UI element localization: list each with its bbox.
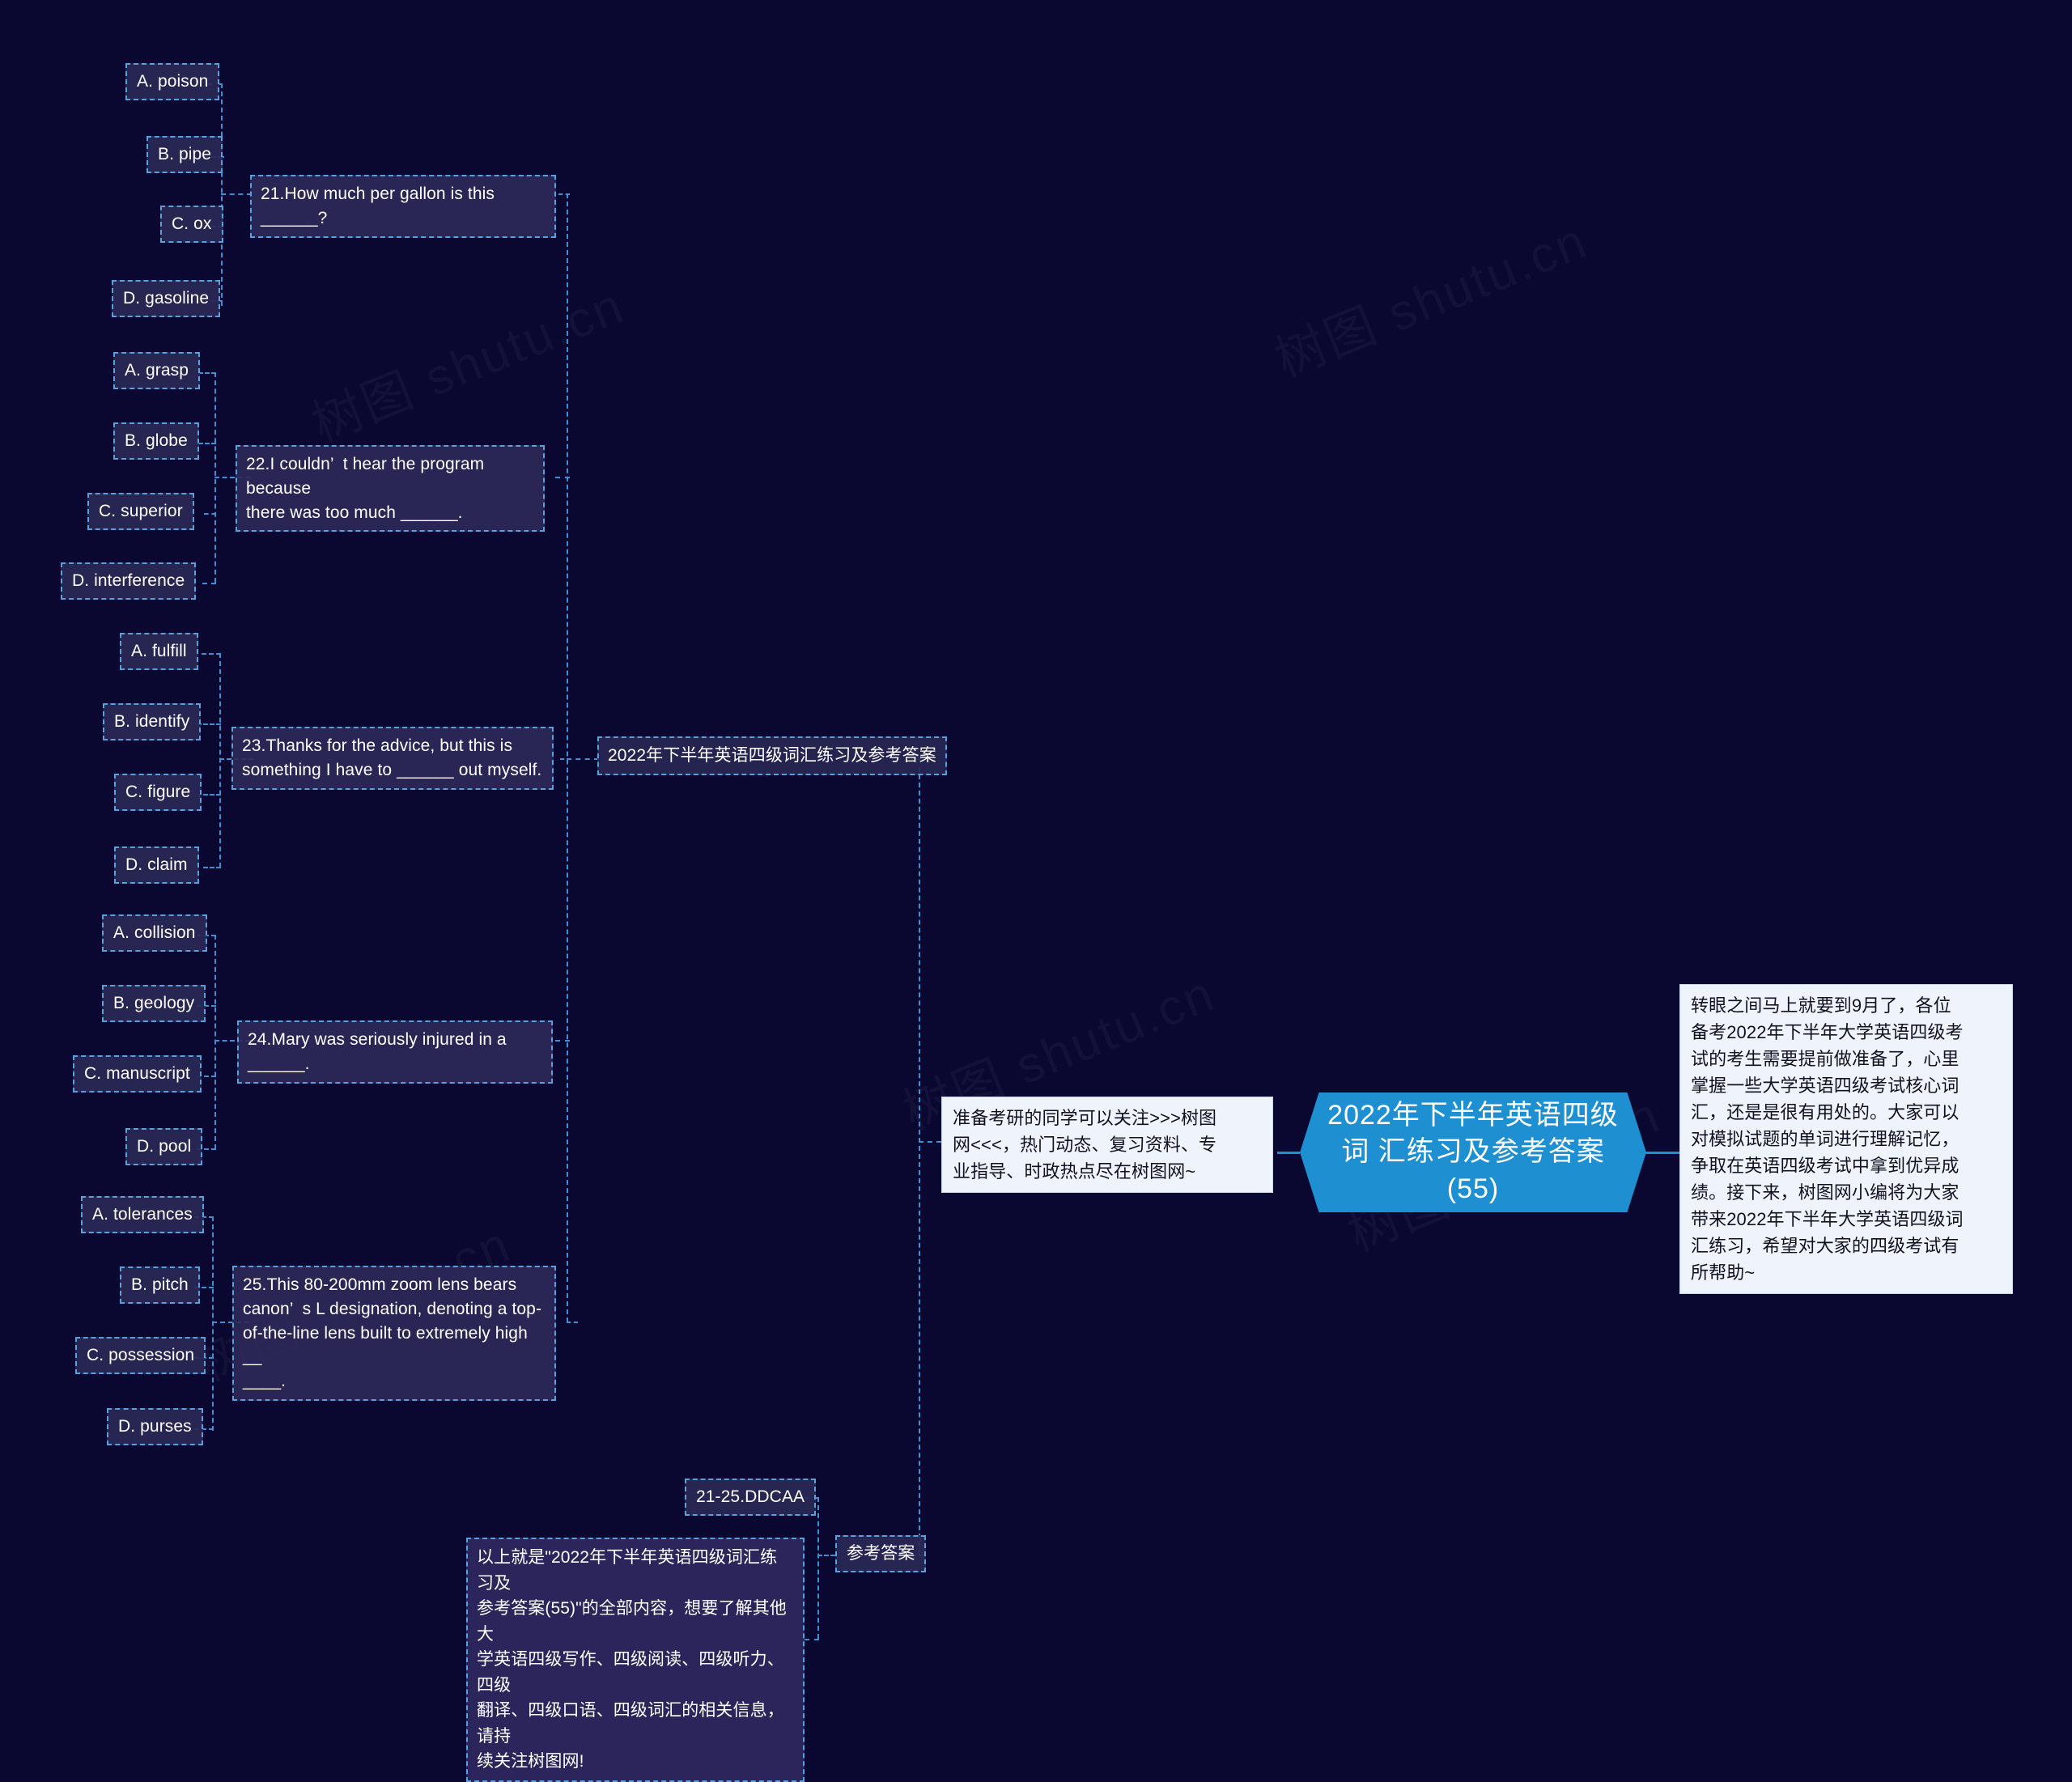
connector-q22-d — [202, 583, 216, 584]
question-q25[interactable]: 25.This 80-200mm zoom lens bears canon’ … — [232, 1266, 556, 1402]
answers-key-node[interactable]: 21-25.DDCAA — [685, 1479, 817, 1516]
connector-q23-a — [202, 653, 221, 655]
answers-topic-node[interactable]: 参考答案 — [835, 1535, 927, 1572]
connector-q22-a — [198, 372, 216, 374]
connector-q23-d — [203, 867, 221, 868]
connector-answers-spine — [817, 1497, 819, 1639]
option-q23-c[interactable]: C. figure — [114, 774, 202, 811]
connector-topic-in — [567, 758, 599, 760]
connector-q21-stub — [221, 193, 252, 195]
option-q24-c[interactable]: C. manuscript — [73, 1055, 202, 1093]
connector-q23-c — [203, 794, 221, 796]
connector-q21-right — [558, 193, 570, 195]
option-q25-d[interactable]: D. purses — [107, 1408, 203, 1445]
option-q21-a[interactable]: A. poison — [125, 63, 220, 100]
promo-note[interactable]: 准备考研的同学可以关注>>>树图 网<<<，热门动态、复习资料、专 业指导、时政… — [941, 1097, 1273, 1193]
mindmap-canvas: 树图 shutu.cn 树图 shutu.cn 树图 shutu.cn 树图 s… — [0, 0, 2072, 1782]
watermark-2: 树图 shutu.cn — [1263, 200, 1597, 392]
central-topic-node[interactable]: 2022年下半年英语四级词 汇练习及参考答案(55) — [1300, 1093, 1646, 1212]
closing-note-node[interactable]: 以上就是"2022年下半年英语四级词汇练习及 参考答案(55)"的全部内容，想要… — [466, 1538, 805, 1782]
question-q24[interactable]: 24.Mary was seriously injured in a _____… — [237, 1020, 553, 1084]
connector-q22-right — [555, 477, 570, 478]
connector-q22-spine — [214, 372, 216, 583]
connector-q24-spine — [214, 935, 216, 1149]
option-q22-d[interactable]: D. interference — [61, 562, 197, 600]
option-q25-b[interactable]: B. pitch — [120, 1266, 200, 1304]
connector-central-left — [1277, 1152, 1300, 1154]
option-q22-b[interactable]: B. globe — [113, 422, 199, 460]
main-topic-node[interactable]: 2022年下半年英语四级词汇练习及参考答案 — [597, 736, 947, 775]
question-q22[interactable]: 22.I couldn’ t hear the program because … — [236, 445, 545, 532]
connector-q22-c — [204, 513, 216, 515]
option-q22-a[interactable]: A. grasp — [113, 352, 201, 389]
option-q25-a[interactable]: A. tolerances — [81, 1196, 204, 1233]
connector-q25-spine — [212, 1216, 214, 1431]
option-q25-c[interactable]: C. possession — [75, 1337, 206, 1374]
connector-q25-right — [567, 1322, 578, 1323]
connector-q21-spine — [221, 83, 223, 306]
connector-q24-right — [555, 1040, 570, 1042]
option-q23-d[interactable]: D. claim — [114, 846, 199, 884]
option-q23-a[interactable]: A. fulfill — [120, 633, 198, 670]
connector-closing — [805, 1639, 819, 1640]
option-q21-b[interactable]: B. pipe — [146, 136, 223, 173]
question-q21[interactable]: 21.How much per gallon is this ______? — [250, 175, 556, 238]
option-q22-c[interactable]: C. superior — [87, 493, 194, 530]
watermark-1: 树图 shutu.cn — [299, 265, 634, 456]
option-q24-b[interactable]: B. geology — [102, 985, 206, 1022]
connector-q23-right — [560, 758, 571, 760]
option-q24-d[interactable]: D. pool — [125, 1128, 203, 1165]
question-q23[interactable]: 23.Thanks for the advice, but this is so… — [231, 727, 554, 790]
connector-promo-in — [919, 1141, 941, 1143]
option-q21-d[interactable]: D. gasoline — [112, 280, 221, 317]
connector-central-right — [1645, 1152, 1680, 1154]
option-q23-b[interactable]: B. identify — [103, 703, 202, 740]
intro-note[interactable]: 转眼之间马上就要到9月了，各位 备考2022年下半年大学英语四级考 试的考生需要… — [1679, 984, 2013, 1294]
option-q24-a[interactable]: A. collision — [102, 914, 207, 952]
connector-trunk — [919, 758, 920, 1555]
option-q21-c[interactable]: C. ox — [160, 206, 223, 243]
connector-answers-stub — [817, 1555, 835, 1556]
connector-q22-b — [198, 443, 216, 444]
connector-q23-spine — [219, 653, 221, 868]
connector-questions-spine — [567, 193, 568, 1322]
